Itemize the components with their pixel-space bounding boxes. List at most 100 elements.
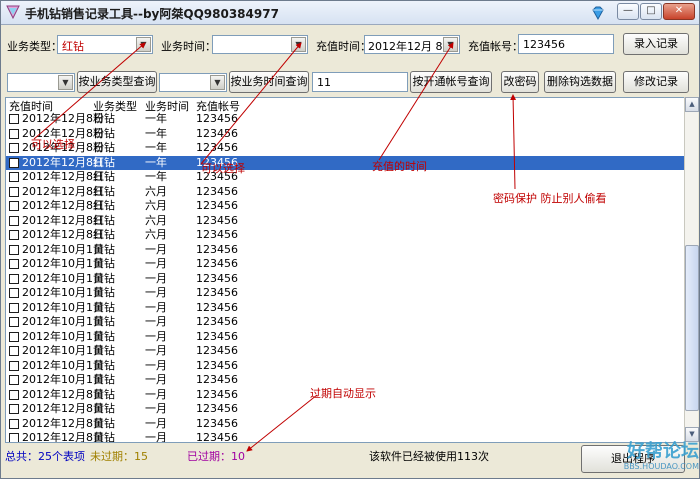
table-row[interactable]: 2012年12月8日 粉钻 一年 123456 [6, 141, 684, 156]
scroll-up-icon[interactable]: ▲ [685, 97, 699, 112]
row-checkbox[interactable] [9, 317, 19, 327]
chevron-down-icon[interactable]: ▼ [58, 75, 73, 90]
table-row[interactable]: 2012年10月1日 黄钻 一月 123456 [6, 286, 684, 301]
time-query-button[interactable]: 按业务时间查询 [229, 71, 309, 93]
cell-time: 六月 [145, 228, 167, 241]
cell-time: 一月 [145, 387, 167, 401]
vertical-scrollbar[interactable]: ▲ ▼ [684, 97, 699, 443]
row-checkbox[interactable] [9, 273, 19, 284]
enter-record-button[interactable]: 录入记录 [623, 33, 689, 55]
recharge-time-value: 2012年12月 8日 [368, 40, 454, 53]
cell-account: 123456 [196, 329, 238, 343]
table-row[interactable]: 2012年10月1日 黄钻 一月 123456 [6, 315, 684, 330]
table-row[interactable]: 2012年12月8日 黄钻 一月 123456 [6, 431, 684, 443]
cell-account: 123456 [196, 242, 238, 256]
row-checkbox[interactable] [9, 331, 19, 342]
table-row[interactable]: 2012年10月1日 黄钻 一月 123456 [6, 359, 684, 374]
gem-icon[interactable] [590, 5, 606, 21]
chevron-down-icon[interactable]: ▼ [443, 37, 458, 52]
row-checkbox[interactable] [9, 418, 19, 429]
cell-time: 六月 [145, 199, 167, 212]
chevron-down-icon[interactable]: ▼ [291, 37, 306, 52]
account-filter-field[interactable] [313, 73, 407, 91]
type-filter-combo[interactable]: ▼ [7, 73, 75, 92]
cell-type: 黄钻 [93, 431, 115, 443]
change-password-button[interactable]: 改密码 [501, 71, 539, 93]
row-checkbox[interactable] [9, 157, 19, 168]
cell-time: 一月 [145, 431, 167, 443]
annotation-password-protect: 密码保护 防止别人偷看 [493, 192, 607, 205]
time-filter-combo[interactable]: ▼ [159, 73, 227, 92]
time-label: 业务时间： [161, 40, 216, 53]
chevron-down-icon[interactable]: ▼ [210, 75, 225, 90]
cell-recharge-time: 2012年10月1日 [22, 344, 104, 357]
row-checkbox[interactable] [9, 230, 19, 240]
cell-recharge-time: 2012年10月1日 [22, 286, 104, 299]
time-combo[interactable]: ▼ [212, 35, 308, 54]
row-checkbox[interactable] [9, 302, 19, 313]
status-total: 总共：25个表项 [5, 450, 85, 463]
row-checkbox[interactable] [9, 215, 19, 226]
annotation-selectable: 可以选择 [31, 138, 75, 151]
cell-type: 黄钻 [93, 387, 115, 401]
account-query-button[interactable]: 按开通帐号查询 [410, 71, 492, 93]
table-row[interactable]: 2012年12月8日 黄钻 一月 123456 [6, 416, 684, 432]
cell-time: 一月 [145, 373, 167, 386]
delete-checked-button[interactable]: 删除钩选数据 [544, 71, 616, 93]
main-window: 手机钻销售记录工具--by阿桀QQ980384977 — □ ✕ 业务类型： 红… [0, 0, 700, 479]
row-checkbox[interactable] [9, 172, 19, 182]
row-checkbox[interactable] [9, 360, 19, 371]
cell-type: 红钻 [93, 228, 115, 241]
maximize-button[interactable]: □ [640, 3, 662, 20]
row-checkbox[interactable] [9, 346, 19, 356]
cell-account: 123456 [196, 199, 238, 212]
row-checkbox[interactable] [9, 186, 19, 197]
table-row[interactable]: 2012年12月8日 粉钻 一年 123456 [6, 112, 684, 127]
modify-record-button[interactable]: 修改记录 [623, 71, 689, 93]
close-button[interactable]: ✕ [663, 3, 695, 20]
cell-account: 123456 [196, 344, 238, 357]
table-row[interactable]: 2012年10月1日 黄钻 一月 123456 [6, 272, 684, 287]
cell-type: 红钻 [93, 184, 115, 198]
account-filter-input[interactable] [312, 72, 408, 92]
table-row[interactable]: 2012年12月8日 红钻 一年 123456 [6, 170, 684, 185]
type-combo[interactable]: 红钻 ▼ [57, 35, 153, 54]
table-row[interactable]: 2012年12月8日 红钻 六月 123456 [6, 214, 684, 229]
row-checkbox[interactable] [9, 288, 19, 298]
scroll-thumb[interactable] [685, 245, 699, 411]
cell-time: 一月 [145, 416, 167, 430]
table-row[interactable]: 2012年12月8日 红钻 六月 123456 [6, 228, 684, 243]
row-checkbox[interactable] [9, 114, 19, 124]
minimize-button[interactable]: — [617, 3, 639, 20]
cell-account: 123456 [196, 315, 238, 328]
table-row[interactable]: 2012年10月1日 黄钻 一月 123456 [6, 344, 684, 359]
cell-recharge-time: 2012年12月8日 [22, 431, 104, 443]
table-row[interactable]: 2012年10月1日 黄钻 一月 123456 [6, 301, 684, 316]
type-query-button[interactable]: 按业务类型查询 [77, 71, 157, 93]
row-checkbox[interactable] [9, 389, 19, 400]
row-checkbox[interactable] [9, 201, 19, 211]
row-checkbox[interactable] [9, 128, 19, 139]
table-row[interactable]: 2012年10月1日 黄钻 一月 123456 [6, 242, 684, 258]
cell-recharge-time: 2012年10月1日 [22, 257, 104, 270]
cell-recharge-time: 2012年10月1日 [22, 329, 104, 343]
table-row[interactable]: 2012年12月8日 黄钻 一月 123456 [6, 402, 684, 417]
cell-recharge-time: 2012年12月8日 [22, 184, 104, 198]
row-checkbox[interactable] [9, 259, 19, 269]
row-checkbox[interactable] [9, 433, 19, 442]
recharge-time-picker[interactable]: 2012年12月 8日 ▼ [364, 35, 460, 54]
table-row[interactable]: 2012年12月8日 红钻 一年 123456 [6, 155, 684, 170]
row-checkbox[interactable] [9, 244, 19, 255]
row-checkbox[interactable] [9, 404, 19, 414]
row-checkbox[interactable] [9, 375, 19, 385]
table-row[interactable]: 2012年10月1日 黄钻 一月 123456 [6, 257, 684, 272]
table-row[interactable]: 2012年12月8日 粉钻 一年 123456 [6, 127, 684, 142]
chevron-down-icon[interactable]: ▼ [136, 37, 151, 52]
account-input[interactable] [518, 34, 614, 54]
recharge-time-label: 充值时间： [316, 40, 371, 53]
account-input-field[interactable] [519, 35, 613, 53]
annotation-selectable-2: 可以选择 [201, 162, 245, 175]
scroll-down-icon[interactable]: ▼ [685, 427, 699, 442]
table-row[interactable]: 2012年10月1日 黄钻 一月 123456 [6, 329, 684, 345]
row-checkbox[interactable] [9, 143, 19, 153]
